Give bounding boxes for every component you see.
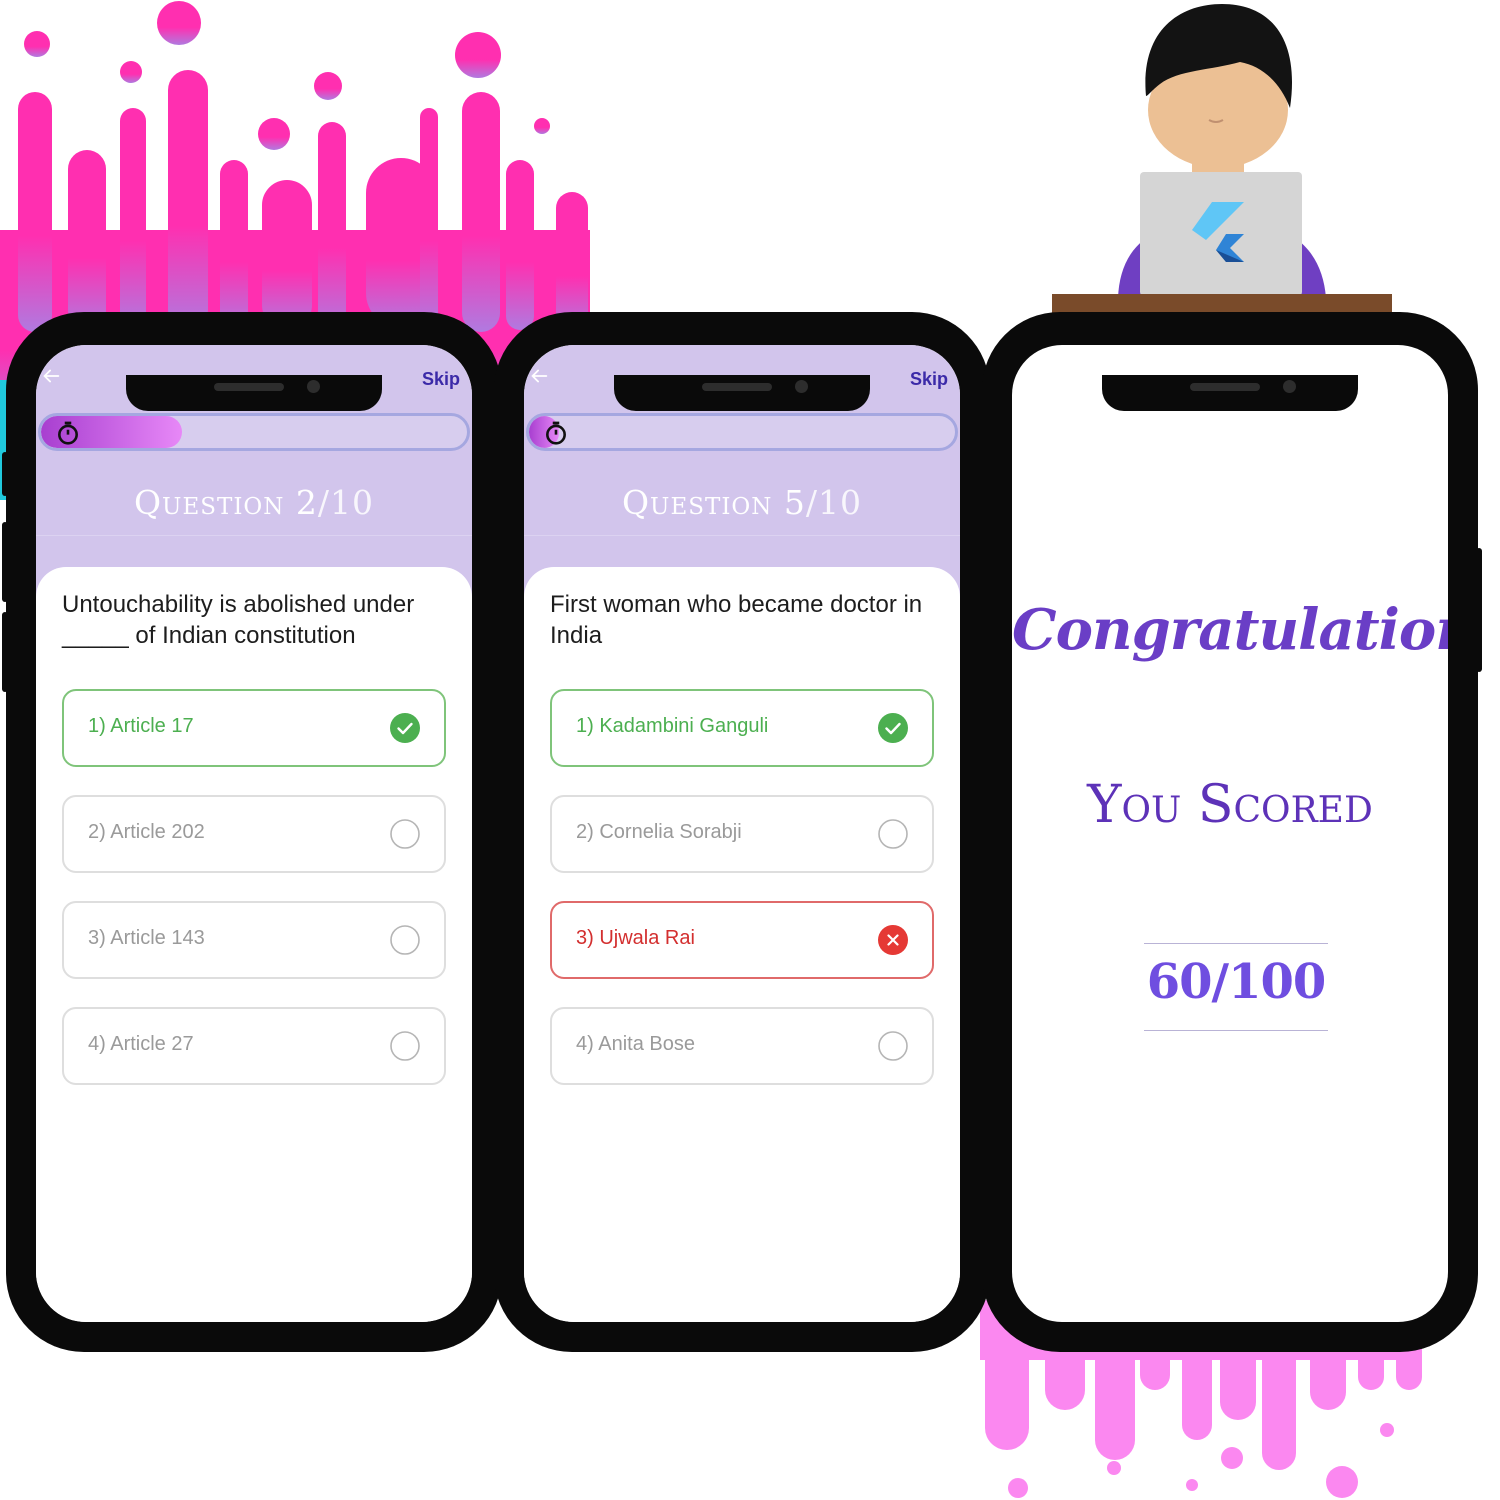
- option-label: 4) Article 27: [88, 1033, 194, 1055]
- question-card: First woman who became doctor in India 1…: [524, 567, 960, 1322]
- option-2[interactable]: 2) Article 202: [62, 795, 446, 873]
- speaker: [702, 383, 772, 391]
- quiz-screen: Skip Question 5/10 First woman who becam…: [524, 345, 960, 1322]
- timer-progress-bar: [526, 413, 958, 451]
- front-camera: [307, 380, 320, 393]
- option-1[interactable]: 1) Kadambini Ganguli: [550, 689, 934, 767]
- empty-circle-icon: [390, 1031, 420, 1061]
- skip-button[interactable]: Skip: [910, 369, 948, 390]
- score-value: 60/100: [1146, 954, 1327, 1010]
- question-counter: Question 2/10: [36, 483, 472, 522]
- header-divider: [524, 535, 960, 536]
- question-card: Untouchability is abolished under _____ …: [36, 567, 472, 1322]
- quiz-screen: Skip Question 2/10 Untouchability is abo…: [36, 345, 472, 1322]
- empty-circle-icon: [878, 819, 908, 849]
- option-3[interactable]: 3) Article 143: [62, 901, 446, 979]
- stopwatch-icon: [546, 421, 566, 445]
- question-total: /10: [805, 483, 862, 522]
- option-3[interactable]: 3) Ujwala Rai: [550, 901, 934, 979]
- option-label: 4) Anita Bose: [576, 1033, 695, 1055]
- option-1[interactable]: 1) Article 17: [62, 689, 446, 767]
- stopwatch-icon: [58, 421, 78, 445]
- score-box: 60/100: [1144, 943, 1328, 1031]
- phone-frame-question-2: Skip Question 2/10 Untouchability is abo…: [2, 312, 502, 1352]
- empty-circle-icon: [390, 819, 420, 849]
- question-number: Question 2: [134, 483, 318, 522]
- question-text: Untouchability is abolished under _____ …: [62, 591, 415, 649]
- back-arrow-icon[interactable]: [40, 365, 62, 387]
- phone-frame-result: Congratulations !! You Scored 60/100: [982, 312, 1482, 1352]
- back-arrow-icon[interactable]: [528, 365, 550, 387]
- front-camera: [795, 380, 808, 393]
- check-circle-icon: [390, 713, 420, 743]
- check-circle-icon: [878, 713, 908, 743]
- you-scored-label: You Scored: [1087, 775, 1373, 835]
- timer-progress-bar: [38, 413, 470, 451]
- question-text: First woman who became doctor in India: [550, 591, 923, 649]
- empty-circle-icon: [878, 1031, 908, 1061]
- question-total: /10: [317, 483, 374, 522]
- question-number: Question 5: [622, 483, 806, 522]
- option-label: 3) Article 143: [88, 927, 205, 949]
- header-divider: [36, 535, 472, 536]
- speaker: [1190, 383, 1260, 391]
- option-label: 2) Article 202: [88, 821, 205, 843]
- notch: [614, 375, 870, 411]
- empty-circle-icon: [390, 925, 420, 955]
- skip-button[interactable]: Skip: [422, 369, 460, 390]
- question-counter: Question 5/10: [524, 483, 960, 522]
- option-4[interactable]: 4) Article 27: [62, 1007, 446, 1085]
- result-screen: Congratulations !! You Scored 60/100: [1012, 345, 1448, 1322]
- option-label: 3) Ujwala Rai: [576, 927, 695, 949]
- speaker: [214, 383, 284, 391]
- option-label: 1) Kadambini Ganguli: [576, 715, 769, 737]
- notch: [126, 375, 382, 411]
- option-label: 1) Article 17: [88, 715, 194, 737]
- option-4[interactable]: 4) Anita Bose: [550, 1007, 934, 1085]
- notch: [1102, 375, 1358, 411]
- developer-illustration: [1052, 4, 1392, 318]
- option-2[interactable]: 2) Cornelia Sorabji: [550, 795, 934, 873]
- front-camera: [1283, 380, 1296, 393]
- phone-frame-question-5: Skip Question 5/10 First woman who becam…: [494, 312, 990, 1352]
- cross-circle-icon: [878, 925, 908, 955]
- congratulations-heading: Congratulations !!: [1012, 597, 1448, 663]
- option-label: 2) Cornelia Sorabji: [576, 821, 742, 843]
